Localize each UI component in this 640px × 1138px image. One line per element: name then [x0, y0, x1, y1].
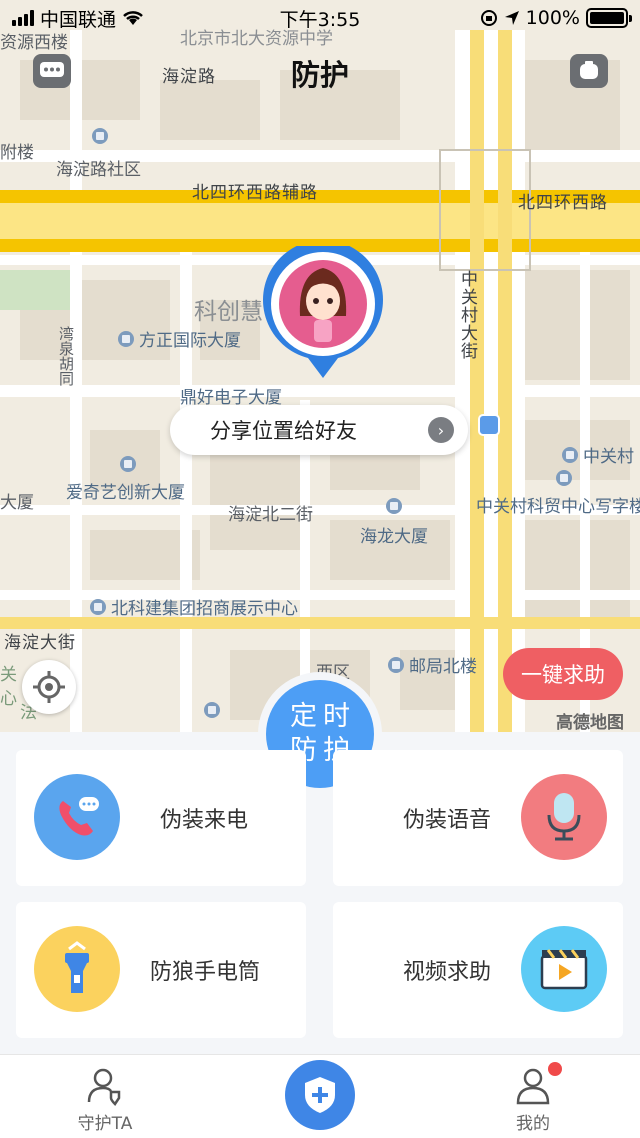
- map-label: 海淀路社区: [56, 160, 141, 180]
- page-title: 防护: [290, 58, 349, 92]
- map-poi: 爱奇艺创新大厦: [66, 478, 185, 503]
- poi-icon: [556, 470, 572, 486]
- fake-call-label: 伪装来电: [160, 808, 249, 833]
- share-label: 分享位置给好友: [210, 419, 357, 443]
- chevron-right-icon: ›: [428, 417, 454, 443]
- user-location-pin[interactable]: [262, 246, 384, 378]
- map-poi: 北科建集团招商展示中心: [90, 594, 298, 619]
- phone-call-icon: [34, 774, 120, 860]
- map-label: 大厦: [0, 493, 34, 513]
- map-poi: [386, 498, 402, 514]
- shield-plus-icon: [305, 1077, 335, 1113]
- poi-label: 海龙大厦: [360, 527, 428, 547]
- subway-icon: [478, 414, 500, 436]
- watch-button[interactable]: [570, 54, 608, 88]
- flashlight-icon: [34, 926, 120, 1012]
- flashlight-label: 防狼手电筒: [150, 960, 261, 985]
- map-poi: [556, 470, 572, 486]
- map-poi: 方正国际大厦: [118, 326, 241, 351]
- map-label: 海淀北二街: [228, 505, 313, 525]
- sos-button[interactable]: 一键求助: [503, 648, 623, 700]
- app: { "status_bar": {"carrier": "中国联通", "tim…: [0, 0, 640, 1138]
- map-label: 北四环西路: [518, 193, 608, 213]
- map-label: 中关村大街: [457, 270, 477, 360]
- poi-icon: [120, 456, 136, 472]
- poi-icon: [118, 330, 134, 347]
- poi-icon: [386, 498, 402, 514]
- map-label: 北四环西路辅路: [192, 183, 318, 203]
- user-shield-icon: [60, 1063, 150, 1109]
- status-bar: 中国联通 下午3:55 100%: [0, 0, 640, 36]
- tab-me[interactable]: 我的: [488, 1063, 578, 1134]
- poi-icon: [562, 446, 578, 463]
- poi-icon: [388, 656, 404, 673]
- map-poi: 海龙大厦: [360, 522, 428, 547]
- battery-icon: [586, 8, 632, 28]
- map-label: 关: [0, 665, 17, 685]
- flashlight-card[interactable]: 防狼手电筒: [16, 902, 306, 1038]
- poi-label: 中关村科贸中心写字楼: [476, 497, 640, 517]
- message-button[interactable]: [33, 54, 71, 88]
- poi-label: 爱奇艺创新大厦: [66, 483, 185, 503]
- fake-voice-label: 伪装语音: [403, 808, 492, 833]
- fake-call-card[interactable]: 伪装来电: [16, 750, 306, 886]
- timer-line1: 定时: [290, 701, 356, 732]
- map-label: 科创慧: [194, 299, 263, 325]
- poi-label: 邮局北楼: [409, 657, 477, 677]
- map-label: 心: [0, 689, 17, 709]
- video-help-label: 视频求助: [403, 960, 492, 985]
- map-poi: [204, 702, 220, 718]
- map-logo: 高德地图: [556, 713, 624, 732]
- map-label: 海淀大街: [4, 633, 76, 653]
- fake-voice-card[interactable]: 伪装语音: [333, 750, 623, 886]
- tab-guard-label: 守护TA: [77, 1114, 133, 1134]
- poi-label: 北科建集团招商展示中心: [111, 599, 298, 619]
- map-label: 湾泉胡同: [57, 326, 75, 386]
- video-help-card[interactable]: 视频求助: [333, 902, 623, 1038]
- user-icon: [488, 1063, 578, 1109]
- tab-me-label: 我的: [516, 1114, 550, 1134]
- status-time: 下午3:55: [279, 8, 361, 31]
- notification-dot: [548, 1062, 562, 1076]
- share-location-button[interactable]: 分享位置给好友 ›: [170, 405, 468, 455]
- poi-icon: [204, 702, 220, 718]
- map-label: 附楼: [0, 143, 34, 163]
- map-view[interactable]: 北京市北大资源中学 资源西楼 海淀路 附楼 海淀路社区 北四环西路辅路 北四环西…: [0, 0, 640, 732]
- microphone-icon: [521, 774, 607, 860]
- map-poi: 中关村: [562, 442, 634, 467]
- subway-badge: [478, 414, 500, 436]
- tab-guard[interactable]: 守护TA: [60, 1063, 150, 1134]
- map-poi: 邮局北楼: [388, 652, 477, 677]
- poi-label: 中关村: [583, 447, 634, 467]
- poi-icon: [90, 598, 106, 615]
- chat-icon: [40, 62, 64, 77]
- device-icon: [580, 61, 598, 79]
- crosshair-icon: [33, 671, 65, 703]
- map-poi: [120, 456, 136, 472]
- map-poi: [92, 128, 108, 144]
- locate-button[interactable]: [22, 660, 76, 714]
- protect-center-button[interactable]: [285, 1060, 355, 1130]
- video-icon: [521, 926, 607, 1012]
- poi-icon: [92, 128, 108, 144]
- poi-label: 方正国际大厦: [139, 331, 241, 351]
- map-poi: 中关村科贸中心写字楼: [476, 492, 640, 517]
